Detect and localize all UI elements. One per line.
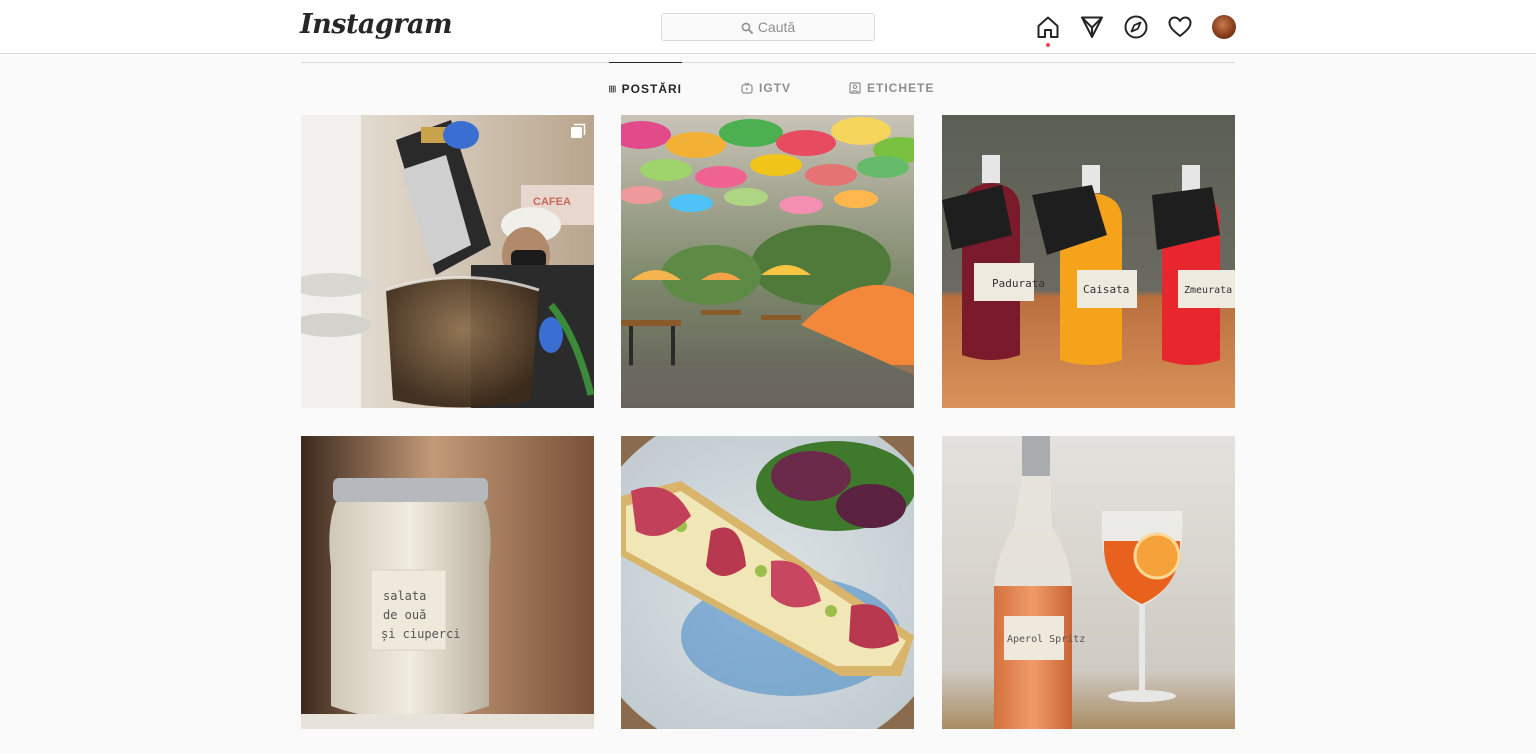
tab-label: ETICHETE: [867, 81, 935, 95]
post-thumbnail-egg-salad-jar[interactable]: salata de ouă și ciuperci: [301, 436, 594, 729]
multiple-photos-icon: [571, 123, 586, 138]
profile-avatar[interactable]: [1212, 15, 1236, 39]
jar-label-line-1: salata: [383, 589, 426, 603]
home-icon[interactable]: [1035, 14, 1061, 47]
post-thumbnail-aperol-spritz[interactable]: Aperol Spritz: [942, 436, 1235, 729]
instagram-logo[interactable]: Instagram: [300, 9, 453, 40]
bottle-label: Aperol Spritz: [1007, 634, 1085, 645]
search-placeholder: Caută: [757, 19, 796, 35]
tab-tagged[interactable]: ETICHETE: [849, 62, 934, 114]
bottle-label-3: Zmeurata: [1184, 285, 1232, 296]
bottle-label-2: Caisata: [1083, 283, 1129, 296]
post-thumbnail-juice-bottles[interactable]: Padurata Caisata Zmeurata: [942, 115, 1235, 408]
post-image: [621, 436, 914, 729]
tab-posts[interactable]: POSTĂRI: [609, 62, 682, 114]
igtv-icon: [741, 82, 753, 94]
tab-label: IGTV: [759, 81, 792, 95]
post-image: salata de ouă și ciuperci: [301, 436, 594, 729]
bottle-label-1: Padurata: [992, 277, 1045, 290]
direct-messages-icon[interactable]: [1079, 14, 1105, 40]
svg-text:CAFEA: CAFEA: [533, 196, 571, 208]
jar-label-line-2: de ouă: [383, 608, 426, 622]
search-input[interactable]: Caută: [661, 13, 875, 41]
explore-icon[interactable]: [1123, 14, 1149, 40]
tagged-icon: [849, 82, 861, 94]
activity-heart-icon[interactable]: [1167, 14, 1193, 40]
top-navigation-bar: Instagram Caută: [0, 0, 1536, 54]
jar-label-line-3: și ciuperci: [381, 627, 460, 642]
post-image: CAFEA: [301, 115, 594, 408]
grid-icon: [609, 85, 616, 92]
tab-igtv[interactable]: IGTV: [741, 62, 791, 114]
search-icon: [741, 21, 753, 34]
post-image: Padurata Caisata Zmeurata: [942, 115, 1235, 408]
post-image: [621, 115, 914, 408]
post-thumbnail-umbrella-terrace[interactable]: [621, 115, 914, 408]
post-image: Aperol Spritz: [942, 436, 1235, 729]
post-thumbnail-prosciutto-toast[interactable]: [621, 436, 914, 729]
tab-label: POSTĂRI: [621, 81, 682, 96]
notification-dot: [1046, 43, 1050, 47]
post-thumbnail-coffee-beans[interactable]: CAFEA: [301, 115, 594, 408]
